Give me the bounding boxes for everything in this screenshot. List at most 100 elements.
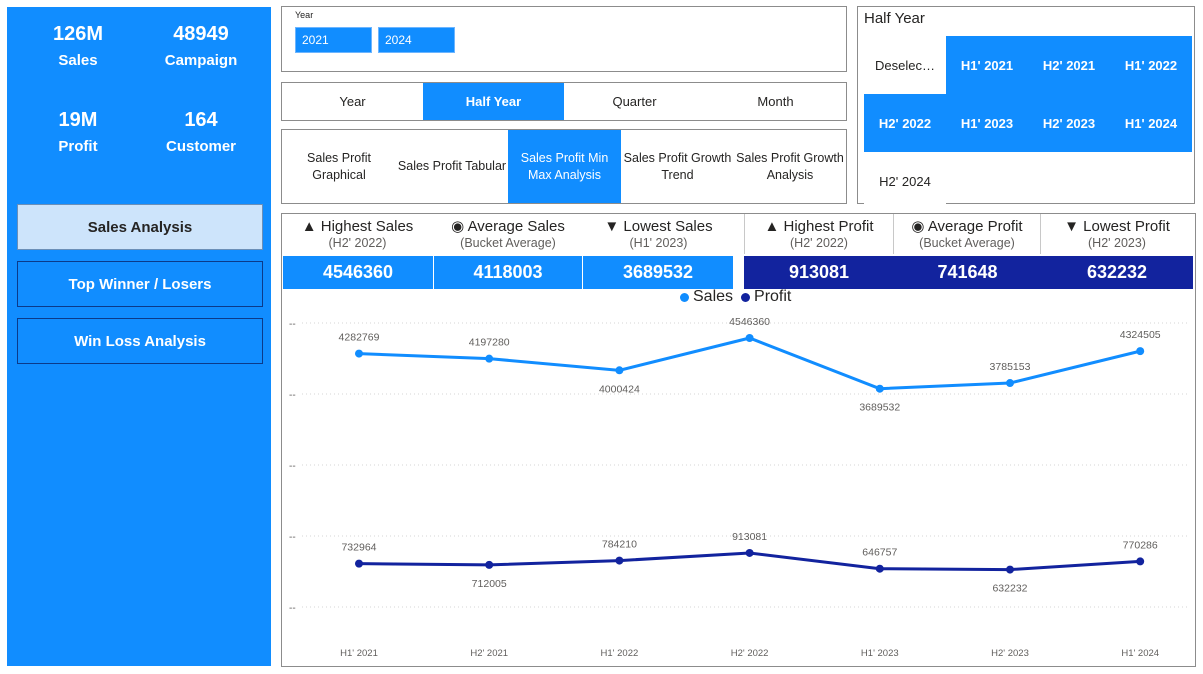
kpi-customer: 164 Customer [141,108,261,155]
data-label-profit: 632232 [992,583,1027,595]
y-tick-label: -- [289,532,296,543]
data-label-profit: 732964 [341,542,376,554]
stat-title: ◉ Average Profit [911,218,1023,235]
data-label-profit: 646757 [862,547,897,559]
half-year-item[interactable]: H2' 2024 [864,152,946,210]
data-label-sales: 4546360 [729,316,770,328]
tab-sales-profit-growth-trend[interactable]: Sales Profit Growth Trend [621,130,734,203]
kpi-label: Customer [165,138,236,155]
tab-label: Trend [661,167,694,182]
kpi-value: 164 [184,109,218,131]
average-profit-card: ◉ Average Profit (Bucket Average) [894,214,1041,254]
tab-sales-profit-tabular[interactable]: Sales Profit Tabular [396,130,508,203]
data-label-sales: 3785153 [990,361,1031,373]
y-tick-label: -- [289,603,296,614]
data-point-profit [615,556,624,565]
half-year-item[interactable]: H1' 2023 [946,94,1028,152]
year-slicer: Year 2021 2024 [281,6,847,72]
top-winner-losers-button[interactable]: Top Winner / Losers [17,261,263,307]
tab-month[interactable]: Month [705,83,846,120]
y-tick-label: -- [289,461,296,472]
data-point-profit [745,548,754,557]
half-year-item[interactable]: H2' 2023 [1028,94,1110,152]
x-tick-label: H2' 2022 [731,648,769,659]
half-year-item[interactable]: H1' 2022 [1110,36,1192,94]
data-point-profit [355,559,363,568]
lowest-sales-card: ▼ Lowest Sales (H1' 2023) [583,214,734,254]
stat-title: ◉ Average Sales [451,218,565,235]
data-point-sales [1006,379,1014,388]
x-tick-label: H1' 2024 [1121,648,1159,659]
data-point-sales [485,354,494,363]
year-to-input[interactable]: 2024 [378,27,455,53]
line-chart: -- -- -- -- -- 4282769 4197280 4000424 4546360 36… [289,316,1187,659]
kpi-value: 48949 [173,23,229,45]
stat-subtitle: (H2' 2022) [328,236,387,250]
tab-year[interactable]: Year [282,83,423,120]
kpi-label: Sales [58,52,98,69]
half-year-slicer: Half Year Deselec… H1' 2021 H2' 2021 H1'… [857,6,1195,210]
win-loss-analysis-button[interactable]: Win Loss Analysis [17,318,263,364]
legend-marker-profit [741,292,751,302]
kpi-label: Campaign [164,52,238,69]
data-label-sales: 4282769 [339,332,380,344]
tab-quarter[interactable]: Quarter [564,83,705,120]
x-tick-label: H2' 2021 [470,648,508,659]
left-panel: 126M Sales 48949 Campaign 19M Profit 164… [7,7,271,666]
tab-sales-profit-graphical[interactable]: Sales Profit Graphical [282,130,396,203]
tab-label: Sales Profit Growth [736,150,844,165]
half-year-item[interactable]: H2' 2021 [1028,36,1110,94]
data-label-sales: 4324505 [1120,329,1161,341]
legend-label-profit: Profit [754,288,792,305]
kpi-campaign: 48949 Campaign [141,22,261,69]
data-point-sales [745,334,754,343]
lowest-sales-value: 3689532 [583,256,733,289]
lowest-profit-card: ▼ Lowest Profit (H2' 2023) [1041,214,1193,254]
x-tick-label: H2' 2023 [991,648,1029,659]
kpi-label: Profit [58,138,98,155]
half-year-deselect-all[interactable]: Deselec… [864,36,946,94]
highest-sales-card: ▲ Highest Sales (H2' 2022) [282,214,433,254]
highest-profit-card: ▲ Highest Profit (H2' 2022) [744,214,894,254]
data-point-sales [1136,347,1145,356]
data-point-sales [615,366,624,375]
tab-label: Max Analysis [528,167,601,182]
y-tick-label: -- [289,319,296,330]
highest-profit-value: 913081 [744,256,894,289]
tab-label: Analysis [766,167,814,182]
year-from-input[interactable]: 2021 [295,27,372,53]
stat-subtitle: (H1' 2023) [629,236,688,250]
legend-marker-sales [680,292,689,302]
half-year-item[interactable]: H1' 2024 [1110,94,1192,152]
stat-title: ▼ Lowest Profit [1064,218,1170,235]
tab-sales-profit-min-max[interactable]: Sales Profit Min Max Analysis [508,130,621,203]
data-point-profit [1006,565,1014,574]
data-label-sales: 4000424 [599,383,640,395]
y-tick-label: -- [289,390,296,401]
half-year-item[interactable]: H2' 2022 [864,94,946,152]
stat-subtitle: (H2' 2023) [1088,236,1146,250]
stat-title: ▲ Highest Sales [301,218,414,235]
kpi-value: 19M [58,109,98,131]
data-point-profit [485,560,494,569]
kpi-value: 126M [52,23,104,45]
year-slicer-caption: Year [295,10,314,20]
data-label-sales: 3689532 [859,402,900,414]
data-point-sales [875,384,884,393]
half-year-item[interactable]: H1' 2021 [946,36,1028,94]
chart-legend: Sales Profit [680,288,791,306]
data-point-sales [355,349,363,358]
legend-label-sales: Sales [693,288,734,305]
stat-subtitle: (Bucket Average) [919,236,1015,250]
sales-analysis-button[interactable]: Sales Analysis [17,204,263,250]
tab-label: Graphical [312,167,366,182]
half-year-title: Half Year [864,10,925,27]
x-tick-label: H1' 2023 [861,648,899,659]
stat-title: ▼ Lowest Sales [604,218,713,235]
tab-label: Sales Profit Tabular [397,159,507,173]
lowest-profit-value: 632232 [1041,256,1193,289]
tab-sales-profit-growth-analysis[interactable]: Sales Profit Growth Analysis [734,130,846,203]
kpi-profit: 19M Profit [18,108,138,155]
period-tabs: Year Half Year Quarter Month [281,82,847,121]
tab-half-year[interactable]: Half Year [423,83,564,120]
